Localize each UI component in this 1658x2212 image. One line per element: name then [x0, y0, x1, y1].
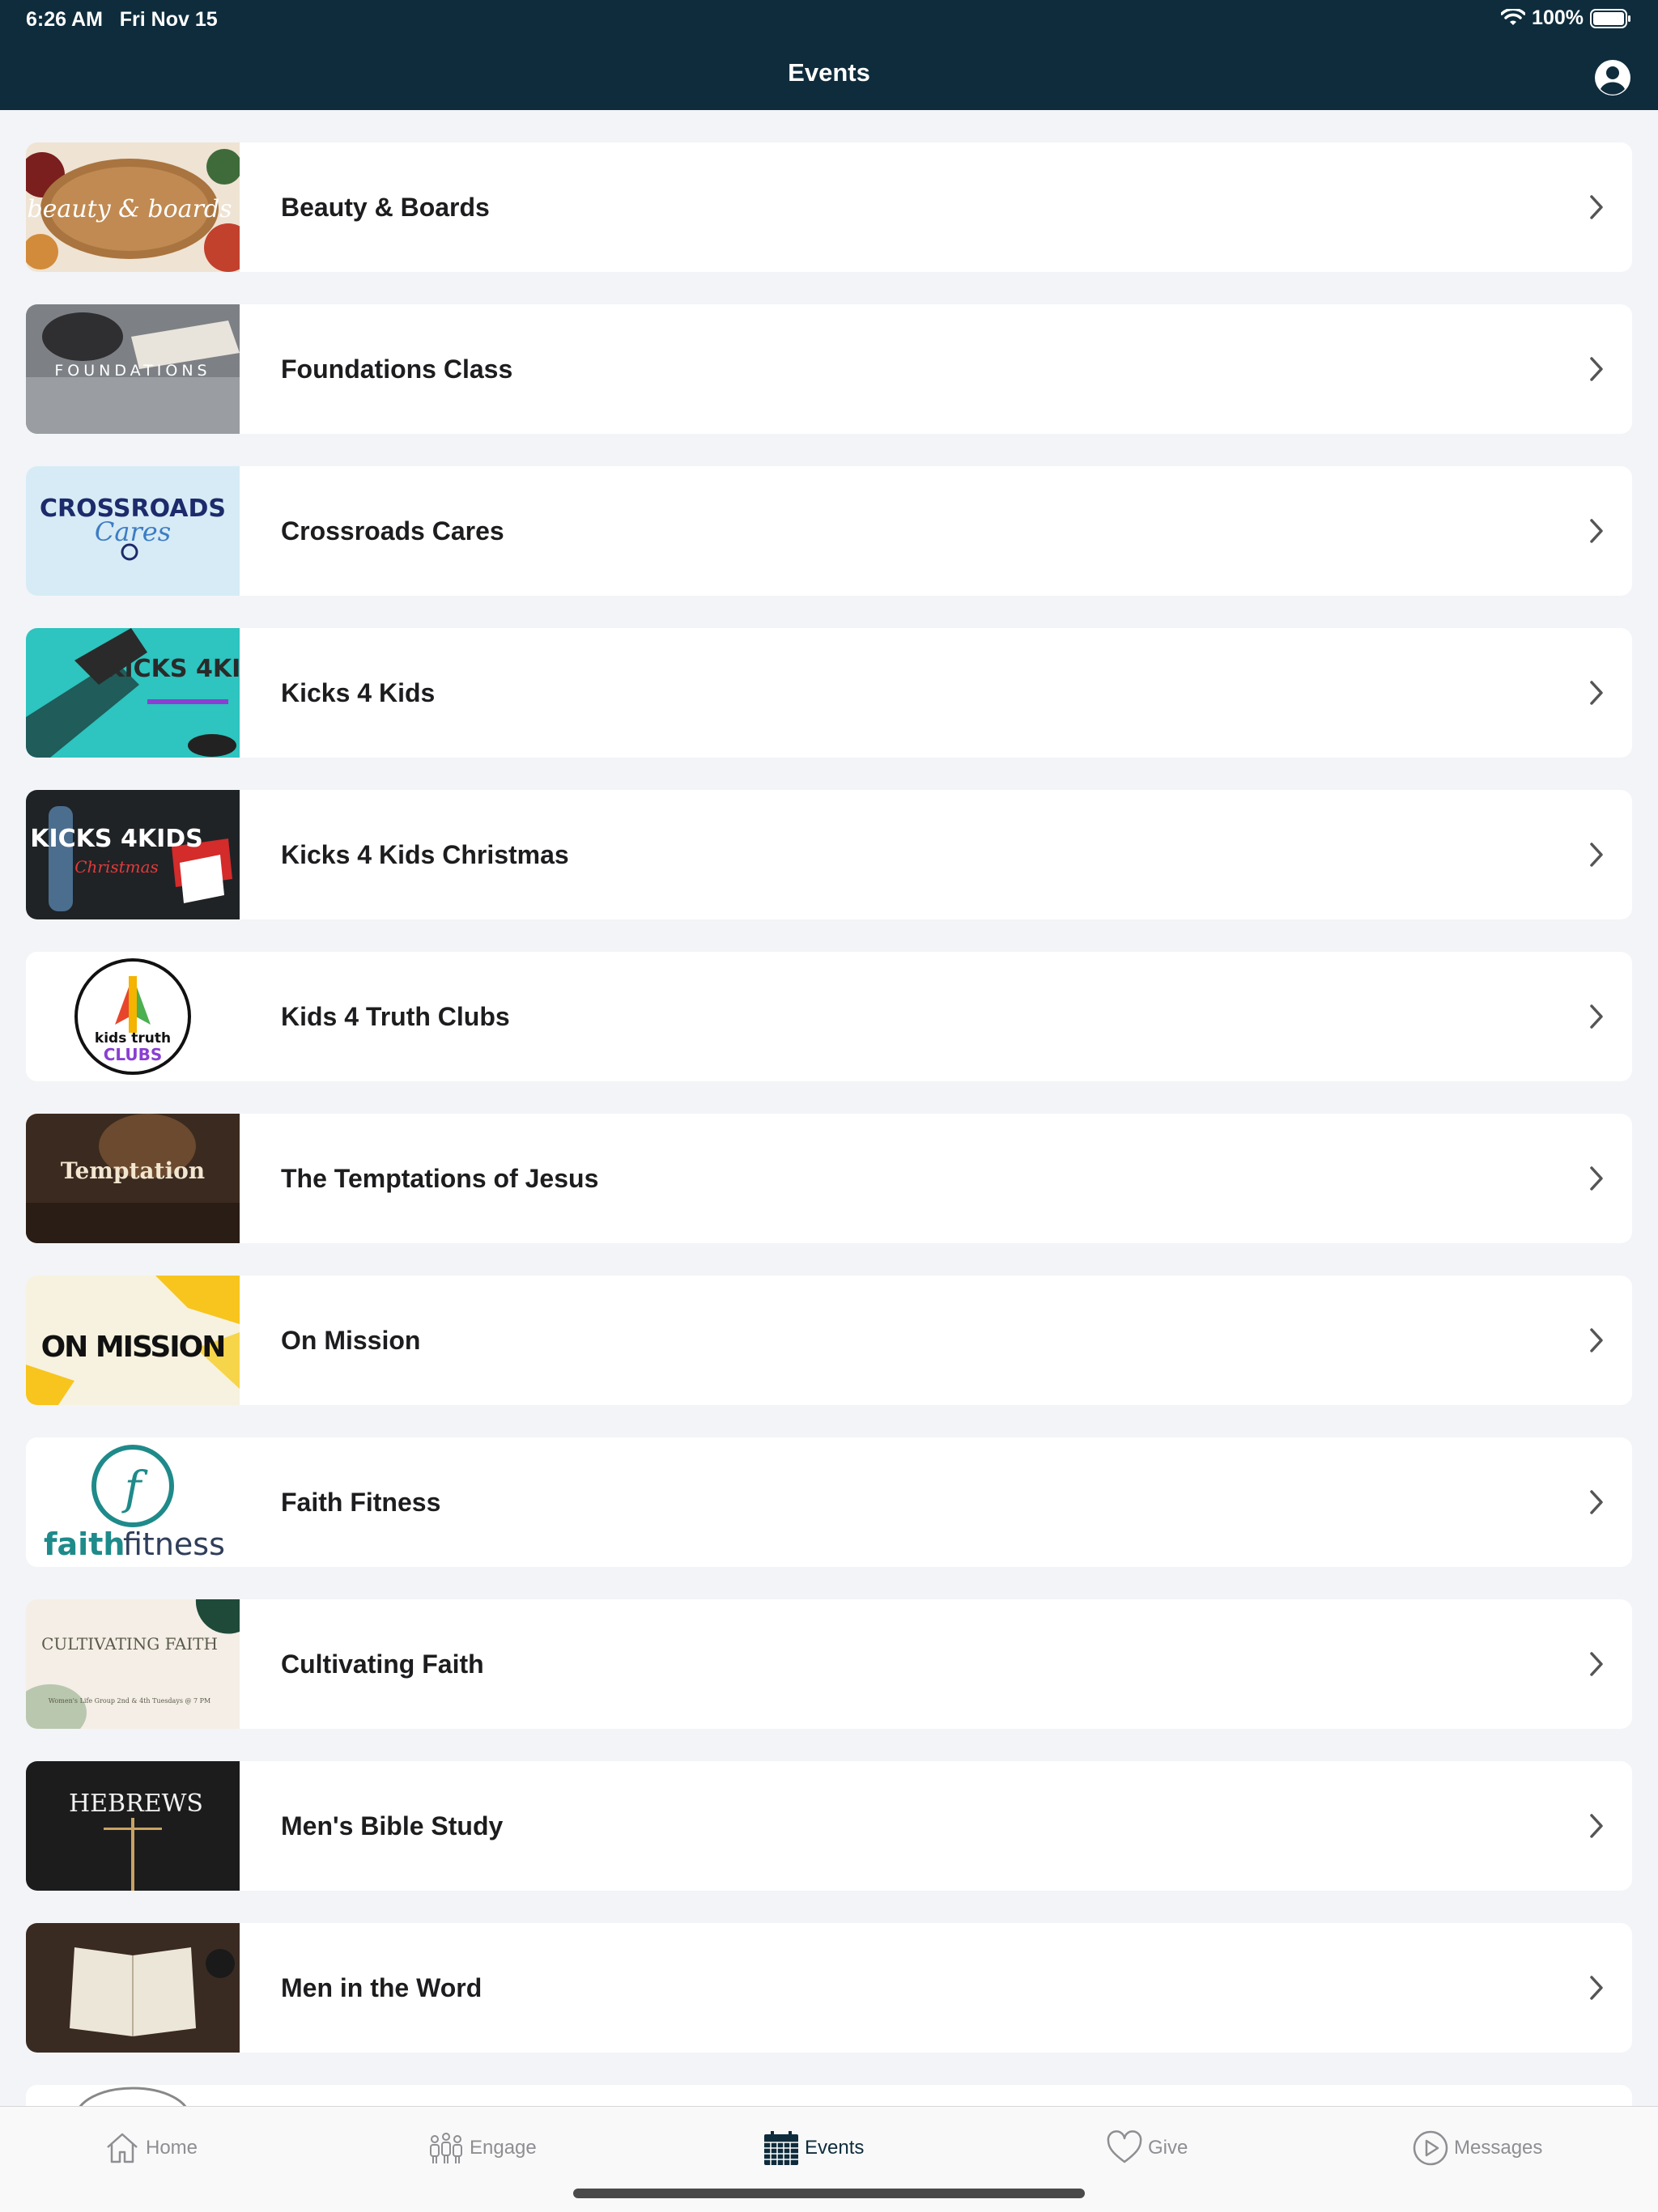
event-thumbnail: KICKS 4KIDS Christmas [26, 790, 240, 919]
battery-percent: 100% [1532, 6, 1584, 29]
thumb-text-secondary: Cares [95, 516, 171, 547]
tab-label: Events [805, 2137, 865, 2159]
event-title: On Mission [281, 1325, 421, 1355]
event-thumbnail: KICKS 4KIDS [26, 628, 240, 758]
event-title: Faith Fitness [281, 1487, 441, 1517]
event-title: Men in the Word [281, 1972, 483, 2002]
event-thumbnail: FOUNDATIONS [26, 304, 240, 434]
event-title: Cultivating Faith [281, 1649, 484, 1679]
event-card-kicks-4-kids-christmas[interactable]: KICKS 4KIDS Christmas Kicks 4 Kids Chris… [26, 790, 1632, 919]
thumb-text: FOUNDATIONS [54, 362, 210, 380]
event-title: Crossroads Cares [281, 516, 504, 546]
thumb-text: faith [44, 1526, 125, 1562]
tab-label: Messages [1454, 2137, 1543, 2159]
thumb-text: Temptation [61, 1157, 205, 1184]
profile-icon[interactable] [1593, 58, 1632, 97]
event-title: Beauty & Boards [281, 192, 490, 222]
chevron-right-icon [1590, 681, 1603, 705]
home-icon [107, 2133, 138, 2163]
thumb-text: ON MISSION [41, 1331, 225, 1364]
event-thumbnail: Temptation [26, 1114, 240, 1243]
chevron-right-icon [1590, 1652, 1603, 1676]
thumb-text-secondary: fitness [123, 1526, 225, 1562]
event-card-on-mission[interactable]: ON MISSION On Mission [26, 1276, 1632, 1405]
event-card-foundations-class[interactable]: FOUNDATIONS Foundations Class [26, 304, 1632, 434]
chevron-right-icon [1590, 1490, 1603, 1514]
chevron-right-icon [1590, 1814, 1603, 1838]
event-card-cultivating-faith[interactable]: CULTIVATING FAITH Women's Life Group 2nd… [26, 1599, 1632, 1729]
event-card-faith-fitness[interactable]: f faith fitness Faith Fitness [26, 1437, 1632, 1567]
event-thumbnail: beauty & boards [26, 142, 240, 272]
tab-give[interactable]: Give [1106, 2129, 1188, 2167]
event-title: Kicks 4 Kids [281, 677, 436, 707]
event-card-crossroads-cares[interactable]: CROSSROADS Cares Crossroads Cares [26, 466, 1632, 596]
chevron-right-icon [1590, 1004, 1603, 1029]
thumb-text-secondary: Women's Life Group 2nd & 4th Tuesdays @ … [49, 1697, 210, 1705]
chevron-right-icon [1590, 1166, 1603, 1191]
event-thumbnail: ON MISSION [26, 1276, 240, 1405]
status-date: Fri Nov 15 [119, 8, 218, 31]
event-thumbnail: HEBREWS [26, 1761, 240, 1891]
chevron-right-icon [1590, 1328, 1603, 1352]
play-circle-icon [1413, 2130, 1448, 2166]
chevron-right-icon [1590, 1976, 1603, 2000]
page-title: Events [788, 58, 870, 87]
status-indicators: 100% [1501, 6, 1632, 30]
wifi-icon [1501, 8, 1526, 25]
tab-home[interactable]: Home [104, 2129, 198, 2167]
tab-label: Give [1148, 2137, 1188, 2159]
thumb-text: kids truth [95, 1030, 171, 1047]
thumb-text: HEBREWS [69, 1790, 203, 1818]
event-title: Foundations Class [281, 354, 513, 384]
event-card-kids-4-truth-clubs[interactable]: kids truth CLUBS Kids 4 Truth Clubs [26, 952, 1632, 1081]
event-title: Kids 4 Truth Clubs [281, 1001, 510, 1031]
top-bar: 6:26 AM Fri Nov 15 100% Events [0, 0, 1658, 110]
thumb-text: beauty & boards [27, 195, 232, 223]
status-time: 6:26 AM Fri Nov 15 [26, 8, 218, 32]
event-card-men-in-the-word[interactable]: Men in the Word [26, 1923, 1632, 2053]
event-list: beauty & boards Beauty & Boards FOUNDATI… [26, 142, 1632, 2106]
tab-events[interactable]: Events [763, 2129, 864, 2167]
battery-icon [1590, 8, 1630, 28]
event-card-partial[interactable] [26, 2085, 1632, 2106]
thumb-text: KICKS 4KIDS [105, 655, 240, 683]
thumb-text: KICKS 4KIDS [30, 825, 203, 853]
chevron-right-icon [1590, 519, 1603, 543]
event-card-temptations-of-jesus[interactable]: Temptation The Temptations of Jesus [26, 1114, 1632, 1243]
event-title: The Temptations of Jesus [281, 1163, 599, 1193]
event-thumbnail: f faith fitness [26, 1437, 240, 1567]
event-thumbnail: CROSSROADS Cares [26, 466, 240, 596]
calendar-icon [764, 2131, 798, 2165]
thumb-text: CULTIVATING FAITH [41, 1634, 218, 1654]
event-title: Kicks 4 Kids Christmas [281, 839, 569, 869]
people-icon [430, 2133, 462, 2163]
heart-icon [1107, 2130, 1142, 2163]
event-title: Men's Bible Study [281, 1811, 504, 1841]
home-indicator[interactable] [573, 2189, 1085, 2198]
tab-messages[interactable]: Messages [1412, 2129, 1542, 2167]
tab-engage[interactable]: Engage [427, 2129, 537, 2167]
event-thumbnail: CULTIVATING FAITH Women's Life Group 2nd… [26, 1599, 240, 1729]
event-card-mens-bible-study[interactable]: HEBREWS Men's Bible Study [26, 1761, 1632, 1891]
status-clock: 6:26 AM [26, 8, 103, 31]
event-thumbnail: kids truth CLUBS [26, 952, 240, 1081]
chevron-right-icon [1590, 195, 1603, 219]
chevron-right-icon [1590, 843, 1603, 867]
event-thumbnail [26, 2085, 240, 2106]
tab-label: Engage [470, 2137, 537, 2159]
chevron-right-icon [1590, 357, 1603, 381]
event-card-beauty-boards[interactable]: beauty & boards Beauty & Boards [26, 142, 1632, 272]
tab-label: Home [146, 2137, 198, 2159]
thumb-text-secondary: Christmas [74, 857, 159, 877]
event-card-kicks-4-kids[interactable]: KICKS 4KIDS Kicks 4 Kids [26, 628, 1632, 758]
thumb-text-secondary: CLUBS [104, 1045, 163, 1064]
event-thumbnail [26, 1923, 240, 2053]
